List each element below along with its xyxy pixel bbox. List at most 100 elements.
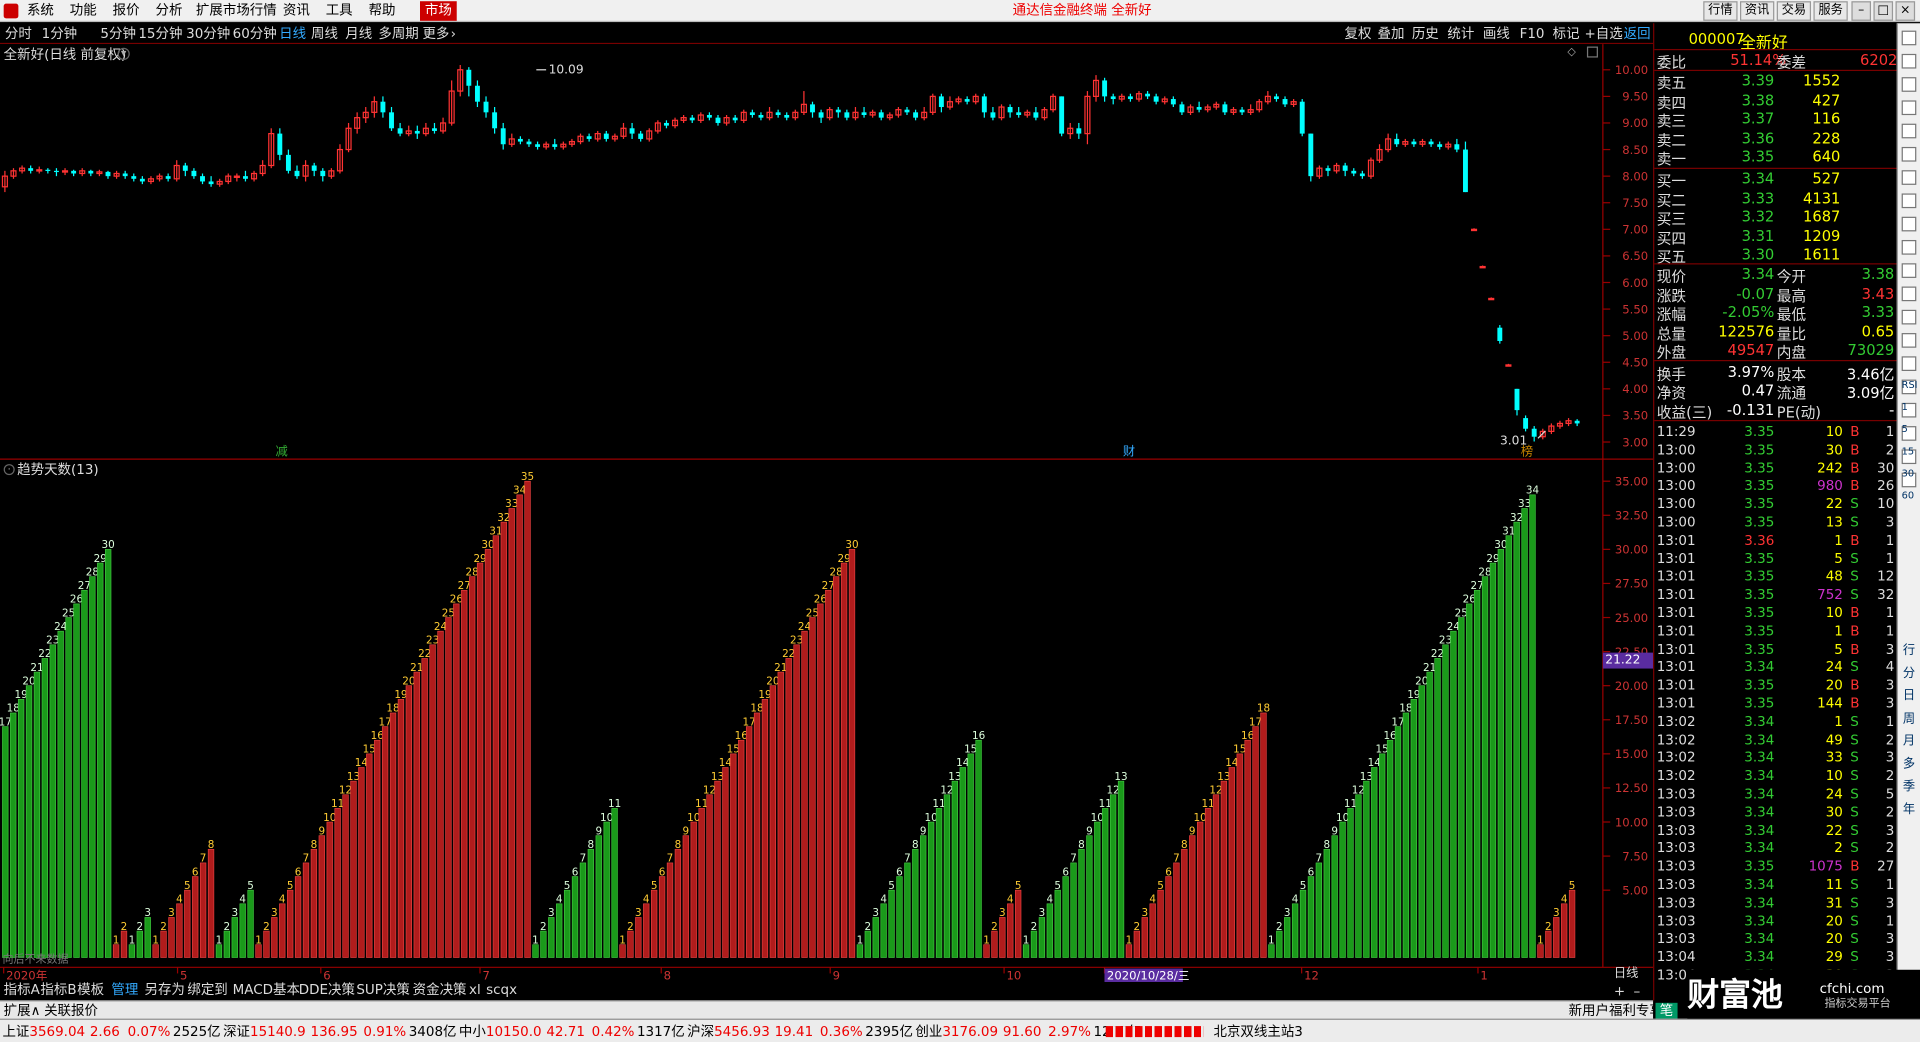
tab-trade-right[interactable]: 交易 bbox=[1776, 1, 1812, 21]
order-row[interactable]: 买一 3.34 527 bbox=[1654, 169, 1896, 190]
candle-icon[interactable] bbox=[1901, 193, 1917, 209]
tick-row[interactable]: 13:01 3.35 1 B 1 bbox=[1654, 622, 1896, 640]
f10-icon[interactable] bbox=[1901, 263, 1917, 278]
indicator-tab[interactable]: scqx bbox=[486, 983, 517, 996]
order-row[interactable]: 买三 3.32 1687 bbox=[1654, 207, 1896, 228]
shortcut-1[interactable]: 1 bbox=[1902, 402, 1908, 413]
tick-row[interactable]: 13:01 3.35 5 S 1 bbox=[1654, 549, 1896, 567]
indicator-tab[interactable]: xl bbox=[469, 983, 481, 996]
zoom-out-icon[interactable]: – bbox=[1633, 984, 1640, 997]
tick-row[interactable]: 13:01 3.35 10 B 1 bbox=[1654, 604, 1896, 622]
line-chart-icon[interactable] bbox=[1901, 170, 1917, 185]
shortcut-5[interactable]: 5 bbox=[1902, 424, 1908, 435]
money-icon[interactable] bbox=[1901, 333, 1917, 348]
tick-row[interactable]: 13:00 3.35 13 S 3 bbox=[1654, 513, 1896, 531]
period-shortcut[interactable]: 日 bbox=[1903, 690, 1915, 703]
indicator-tab[interactable]: 另存为 bbox=[144, 983, 184, 996]
tick-row[interactable]: 13:03 3.35 1075 B 27 bbox=[1654, 857, 1896, 875]
diff-icon[interactable] bbox=[1901, 356, 1917, 372]
tick-row[interactable]: 13:03 3.34 11 S 1 bbox=[1654, 875, 1896, 893]
shortcut-rsi[interactable]: RSI bbox=[1902, 380, 1918, 391]
indicator-tab[interactable]: 模板 bbox=[77, 983, 104, 996]
pane-expand-icon[interactable]: ◇ bbox=[1567, 47, 1575, 59]
maximize-icon[interactable]: □ bbox=[1873, 1, 1894, 21]
indicator-settings-icon[interactable]: · bbox=[3, 464, 15, 476]
tab-market-right[interactable]: 行情 bbox=[1703, 1, 1738, 21]
order-row[interactable]: 买四 3.31 1209 bbox=[1654, 226, 1896, 247]
tick-row[interactable]: 13:03 3.34 22 S 3 bbox=[1654, 821, 1896, 839]
indicator-tab[interactable]: 管理 bbox=[111, 983, 138, 996]
scroll-up-icon[interactable] bbox=[1901, 53, 1917, 69]
chart-icon[interactable] bbox=[1901, 123, 1917, 139]
marker-finance[interactable]: 财 bbox=[1123, 446, 1135, 459]
tab-info-right[interactable]: 资讯 bbox=[1740, 1, 1775, 21]
tick-row[interactable]: 13:02 3.34 49 S 2 bbox=[1654, 730, 1896, 748]
chart-settings-icon[interactable]: ▾ bbox=[117, 47, 130, 60]
pie-icon[interactable] bbox=[1901, 309, 1917, 325]
tick-row[interactable]: 11:29 3.35 10 B 1 bbox=[1654, 422, 1896, 440]
indicator-tab[interactable]: 资金决策 bbox=[413, 983, 467, 996]
mode-button[interactable]: 笔 bbox=[1655, 1002, 1678, 1019]
order-row[interactable]: 买二 3.33 4131 bbox=[1654, 188, 1896, 209]
tick-row[interactable]: 13:00 3.35 22 S 10 bbox=[1654, 495, 1896, 513]
tick-row[interactable]: 13:03 3.34 2 S 2 bbox=[1654, 839, 1896, 857]
server-label[interactable]: 北京双线主站3 bbox=[1213, 1025, 1302, 1038]
tick-row[interactable]: 13:03 3.34 20 S 3 bbox=[1654, 930, 1896, 948]
tick-row[interactable]: 13:00 3.35 242 B 30 bbox=[1654, 459, 1896, 477]
tick-row[interactable]: 13:01 3.36 1 B 1 bbox=[1654, 531, 1896, 549]
order-row[interactable]: 卖二 3.36 228 bbox=[1654, 128, 1896, 149]
tab-service-right[interactable]: 服务 bbox=[1813, 1, 1848, 21]
tick-row[interactable]: 13:02 3.34 33 S 3 bbox=[1654, 749, 1896, 767]
indicator-tab[interactable]: SUP决策 bbox=[356, 983, 409, 996]
tick-row[interactable]: 13:03 3.34 24 S 5 bbox=[1654, 785, 1896, 803]
indicator-tab[interactable]: 指标B bbox=[40, 983, 76, 996]
period-shortcut[interactable]: 分 bbox=[1903, 667, 1915, 680]
period-shortcut[interactable]: 多 bbox=[1903, 758, 1915, 771]
tick-row[interactable]: 13:01 3.35 144 B 3 bbox=[1654, 694, 1896, 712]
close-icon[interactable]: × bbox=[1895, 1, 1916, 21]
indicator-tab[interactable]: 指标A bbox=[4, 983, 40, 996]
promo-link[interactable]: 新用户福利专享 bbox=[1569, 1004, 1663, 1017]
order-row[interactable]: 卖一 3.35 640 bbox=[1654, 147, 1896, 168]
marker-reduce[interactable]: 减 bbox=[276, 446, 288, 459]
order-row[interactable]: 买五 3.30 1611 bbox=[1654, 245, 1896, 266]
tick-row[interactable]: 13:02 3.34 10 S 2 bbox=[1654, 767, 1896, 785]
period-shortcut[interactable]: 季 bbox=[1903, 781, 1915, 793]
list-icon[interactable] bbox=[1901, 100, 1917, 116]
period-shortcut[interactable]: 周 bbox=[1903, 713, 1915, 725]
related-quote-tab[interactable]: 关联报价 bbox=[44, 1004, 98, 1017]
tick-row[interactable]: 13:01 3.35 48 S 12 bbox=[1654, 567, 1896, 585]
indicator-tab[interactable]: DDE决策 bbox=[299, 983, 355, 996]
shortcut-15[interactable]: 15 bbox=[1902, 446, 1914, 457]
news-icon[interactable] bbox=[1901, 239, 1917, 255]
expand-tab[interactable]: 扩展∧ bbox=[4, 1004, 41, 1017]
period-shortcut[interactable]: 年 bbox=[1903, 803, 1915, 816]
minimize-icon[interactable]: – bbox=[1851, 1, 1872, 21]
grid-icon[interactable] bbox=[1901, 77, 1917, 92]
order-row[interactable]: 卖五 3.39 1552 bbox=[1654, 71, 1896, 92]
period-shortcut[interactable]: 月 bbox=[1903, 735, 1915, 748]
book-icon[interactable] bbox=[1901, 286, 1917, 302]
order-row[interactable]: 卖四 3.38 427 bbox=[1654, 90, 1896, 111]
shortcut-30[interactable]: 30 bbox=[1902, 468, 1914, 479]
tick-row[interactable]: 13:03 3.34 20 S 1 bbox=[1654, 912, 1896, 930]
pane-close-icon[interactable] bbox=[1586, 46, 1598, 58]
tick-row[interactable]: 13:01 3.34 24 S 4 bbox=[1654, 658, 1896, 676]
period-shortcut[interactable]: 行 bbox=[1903, 645, 1915, 657]
tick-row[interactable]: 13:01 3.35 20 B 3 bbox=[1654, 676, 1896, 694]
order-row[interactable]: 卖三 3.37 116 bbox=[1654, 109, 1896, 130]
table-icon[interactable] bbox=[1901, 216, 1917, 232]
quote-icon[interactable] bbox=[1901, 30, 1917, 46]
tick-row[interactable]: 13:00 3.35 980 B 26 bbox=[1654, 477, 1896, 495]
tick-row[interactable]: 13:01 3.35 5 B 3 bbox=[1654, 640, 1896, 658]
indicator-tab[interactable]: 绑定到 bbox=[187, 983, 227, 996]
chart-area[interactable]: 10.00 9.50 9.00 8.50 8.00 7.50 7.00 6.50 6.00 5.5… bbox=[0, 0, 1654, 983]
tick-row[interactable]: 13:03 3.34 30 S 2 bbox=[1654, 803, 1896, 821]
tick-row[interactable]: 13:03 3.34 31 S 3 bbox=[1654, 894, 1896, 912]
bar-chart-icon[interactable] bbox=[1901, 146, 1917, 162]
zoom-in-icon[interactable]: + bbox=[1614, 984, 1625, 997]
indicator-tab[interactable]: MACD基本 bbox=[233, 983, 300, 996]
tick-row[interactable]: 13:01 3.35 752 S 32 bbox=[1654, 586, 1896, 604]
tick-row[interactable]: 13:00 3.35 30 B 2 bbox=[1654, 441, 1896, 459]
marker-list[interactable]: 榜 bbox=[1521, 446, 1533, 459]
